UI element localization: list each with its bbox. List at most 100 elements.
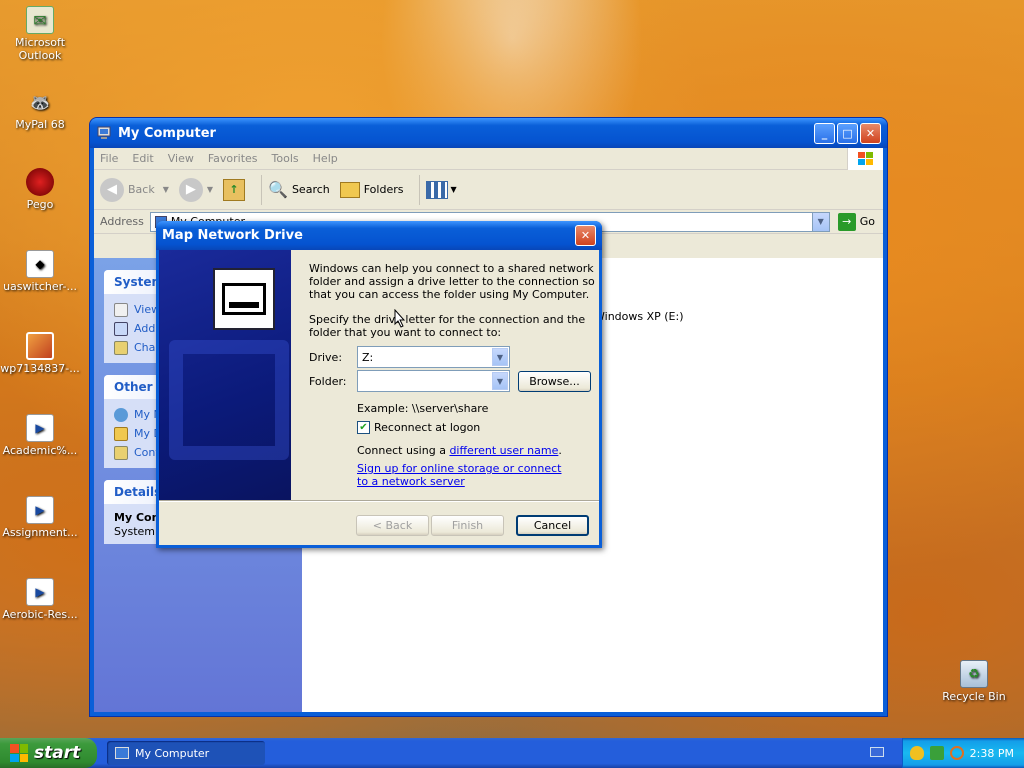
different-user-link[interactable]: different user name bbox=[449, 444, 558, 457]
toolbar: ◀ Back ▼ ▶ ▼ ↑ 🔍 Search Folders ▼ bbox=[94, 170, 883, 210]
menu-help[interactable]: Help bbox=[313, 152, 338, 165]
back-button[interactable]: ◀ Back ▼ bbox=[100, 177, 169, 202]
views-icon bbox=[426, 180, 449, 199]
folders-icon bbox=[339, 181, 360, 198]
reconnect-label: Reconnect at logon bbox=[374, 421, 481, 434]
go-label: Go bbox=[859, 215, 875, 228]
dialog-separator bbox=[159, 500, 599, 502]
network-tray-icon[interactable] bbox=[929, 746, 944, 760]
uaswitcher-icon: ◆ bbox=[26, 250, 54, 278]
back-label: Back bbox=[128, 183, 155, 196]
reconnect-checkbox-row[interactable]: ✔ Reconnect at logon bbox=[357, 421, 480, 434]
search-button[interactable]: 🔍 Search bbox=[268, 180, 330, 199]
reconnect-checkbox[interactable]: ✔ bbox=[357, 421, 370, 434]
desktop-icon-academic[interactable]: ▶ Academic%... bbox=[0, 414, 80, 457]
search-label: Search bbox=[291, 183, 330, 196]
menu-edit[interactable]: Edit bbox=[132, 152, 153, 165]
chevron-down-icon: ▼ bbox=[450, 185, 457, 194]
computer-icon bbox=[115, 747, 129, 759]
map-network-drive-dialog: Map Network Drive ✕ Windows can help you… bbox=[156, 221, 602, 548]
drive-select[interactable]: Z: ▼ bbox=[357, 346, 510, 368]
browse-button[interactable]: Browse... bbox=[518, 370, 591, 392]
media-file-icon: ▶ bbox=[26, 496, 54, 524]
views-button[interactable]: ▼ bbox=[426, 180, 457, 199]
programs-icon bbox=[114, 321, 128, 336]
cancel-button[interactable]: Cancel bbox=[516, 515, 589, 536]
folders-button[interactable]: Folders bbox=[339, 181, 403, 198]
example-text: Example: \\server\share bbox=[357, 402, 489, 415]
menu-file[interactable]: File bbox=[100, 152, 118, 165]
close-button[interactable]: ✕ bbox=[860, 122, 881, 144]
minimize-button[interactable]: _ bbox=[814, 122, 835, 144]
search-tray-icon[interactable] bbox=[949, 746, 964, 760]
up-button[interactable]: ↑ bbox=[223, 178, 246, 201]
windows-flag-icon bbox=[10, 744, 28, 762]
start-button[interactable]: start bbox=[0, 738, 97, 768]
control-panel-icon bbox=[114, 445, 128, 460]
desktop-icon-label: Academic%... bbox=[2, 444, 78, 457]
dialog-title: Map Network Drive bbox=[162, 228, 303, 243]
back-button[interactable]: < Back bbox=[356, 515, 429, 536]
up-folder-icon: ↑ bbox=[223, 178, 246, 201]
desktop-icon-uaswitcher[interactable]: ◆ uaswitcher-... bbox=[0, 250, 80, 293]
signup-online-storage-link[interactable]: Sign up for online storage or connect to… bbox=[357, 462, 572, 488]
desktop-icon-mypal[interactable]: 🦝 MyPal 68 bbox=[0, 88, 80, 132]
go-arrow-icon: → bbox=[837, 212, 856, 231]
security-shield-icon[interactable] bbox=[909, 746, 924, 760]
desktop-icon-label: Microsoft Outlook bbox=[14, 36, 66, 62]
desktop-icon-assignment[interactable]: ▶ Assignment... bbox=[0, 496, 80, 539]
chevron-down-icon[interactable]: ▼ bbox=[492, 372, 508, 390]
desktop-icon-wallpaper[interactable]: wp7134837-... bbox=[0, 332, 80, 375]
image-file-icon bbox=[26, 332, 54, 360]
taskbar-item-my-computer[interactable]: My Computer bbox=[107, 741, 265, 765]
drive-e-label[interactable]: Windows XP (E:) bbox=[594, 310, 684, 323]
desktop-icon-label: Recycle Bin bbox=[942, 690, 1006, 703]
drive-value: Z: bbox=[362, 350, 374, 364]
dialog-specify-text: Specify the drive letter for the connect… bbox=[309, 313, 586, 339]
menu-favorites[interactable]: Favorites bbox=[208, 152, 258, 165]
dialog-titlebar[interactable]: Map Network Drive ✕ bbox=[156, 221, 602, 250]
pego-icon bbox=[26, 168, 54, 196]
menu-view[interactable]: View bbox=[168, 152, 194, 165]
menu-tools[interactable]: Tools bbox=[272, 152, 299, 165]
media-file-icon: ▶ bbox=[26, 414, 54, 442]
menu-bar: File Edit View Favorites Tools Help bbox=[94, 148, 883, 170]
dialog-banner bbox=[159, 250, 291, 500]
outlook-icon: ✉ bbox=[26, 6, 54, 34]
dialog-close-button[interactable]: ✕ bbox=[575, 225, 596, 246]
start-label: start bbox=[34, 743, 81, 763]
mypal-icon: 🦝 bbox=[30, 92, 50, 112]
go-button[interactable]: → Go bbox=[837, 212, 875, 231]
desktop-icon-pego[interactable]: Pego bbox=[0, 168, 80, 211]
connect-prefix: Connect using a bbox=[357, 444, 450, 457]
desktop-icon-label: uaswitcher-... bbox=[3, 280, 77, 293]
desktop-icon-label: Pego bbox=[26, 198, 54, 211]
windows-logo-icon bbox=[847, 148, 883, 170]
desktop-icon-outlook[interactable]: ✉ Microsoft Outlook bbox=[0, 6, 80, 62]
desktop-icon-recycle-bin[interactable]: ♻ Recycle Bin bbox=[934, 660, 1014, 703]
chevron-down-icon[interactable]: ▼ bbox=[492, 348, 508, 366]
forward-button[interactable]: ▶ ▼ bbox=[178, 177, 213, 202]
task-label: My Computer bbox=[135, 746, 210, 760]
desktop-icon-aerobic[interactable]: ▶ Aerobic-Res... bbox=[0, 578, 80, 621]
taskbar: start My Computer 2:38 PM bbox=[0, 738, 1024, 768]
drive-label: Drive: bbox=[309, 350, 343, 364]
folder-label: Folder: bbox=[309, 374, 347, 388]
clock[interactable]: 2:38 PM bbox=[970, 747, 1014, 760]
chevron-down-icon: ▼ bbox=[162, 185, 169, 194]
network-drive-icon bbox=[213, 268, 275, 330]
desktop-icon-label: MyPal 68 bbox=[15, 118, 65, 131]
folder-input[interactable]: ▼ bbox=[357, 370, 510, 392]
maximize-button[interactable]: □ bbox=[837, 122, 858, 144]
keyboard-icon[interactable] bbox=[870, 747, 884, 757]
connect-suffix: . bbox=[558, 444, 562, 457]
mouse-cursor-icon bbox=[394, 309, 406, 328]
window-titlebar[interactable]: My Computer _ □ ✕ bbox=[90, 118, 887, 148]
finish-button[interactable]: Finish bbox=[431, 515, 504, 536]
address-dropdown-button[interactable]: ▼ bbox=[811, 212, 829, 231]
address-label: Address bbox=[100, 215, 144, 228]
search-icon: 🔍 bbox=[268, 180, 288, 199]
connect-using-line: Connect using a different user name. bbox=[357, 444, 562, 457]
control-panel-icon bbox=[114, 340, 128, 355]
network-icon bbox=[114, 407, 128, 422]
